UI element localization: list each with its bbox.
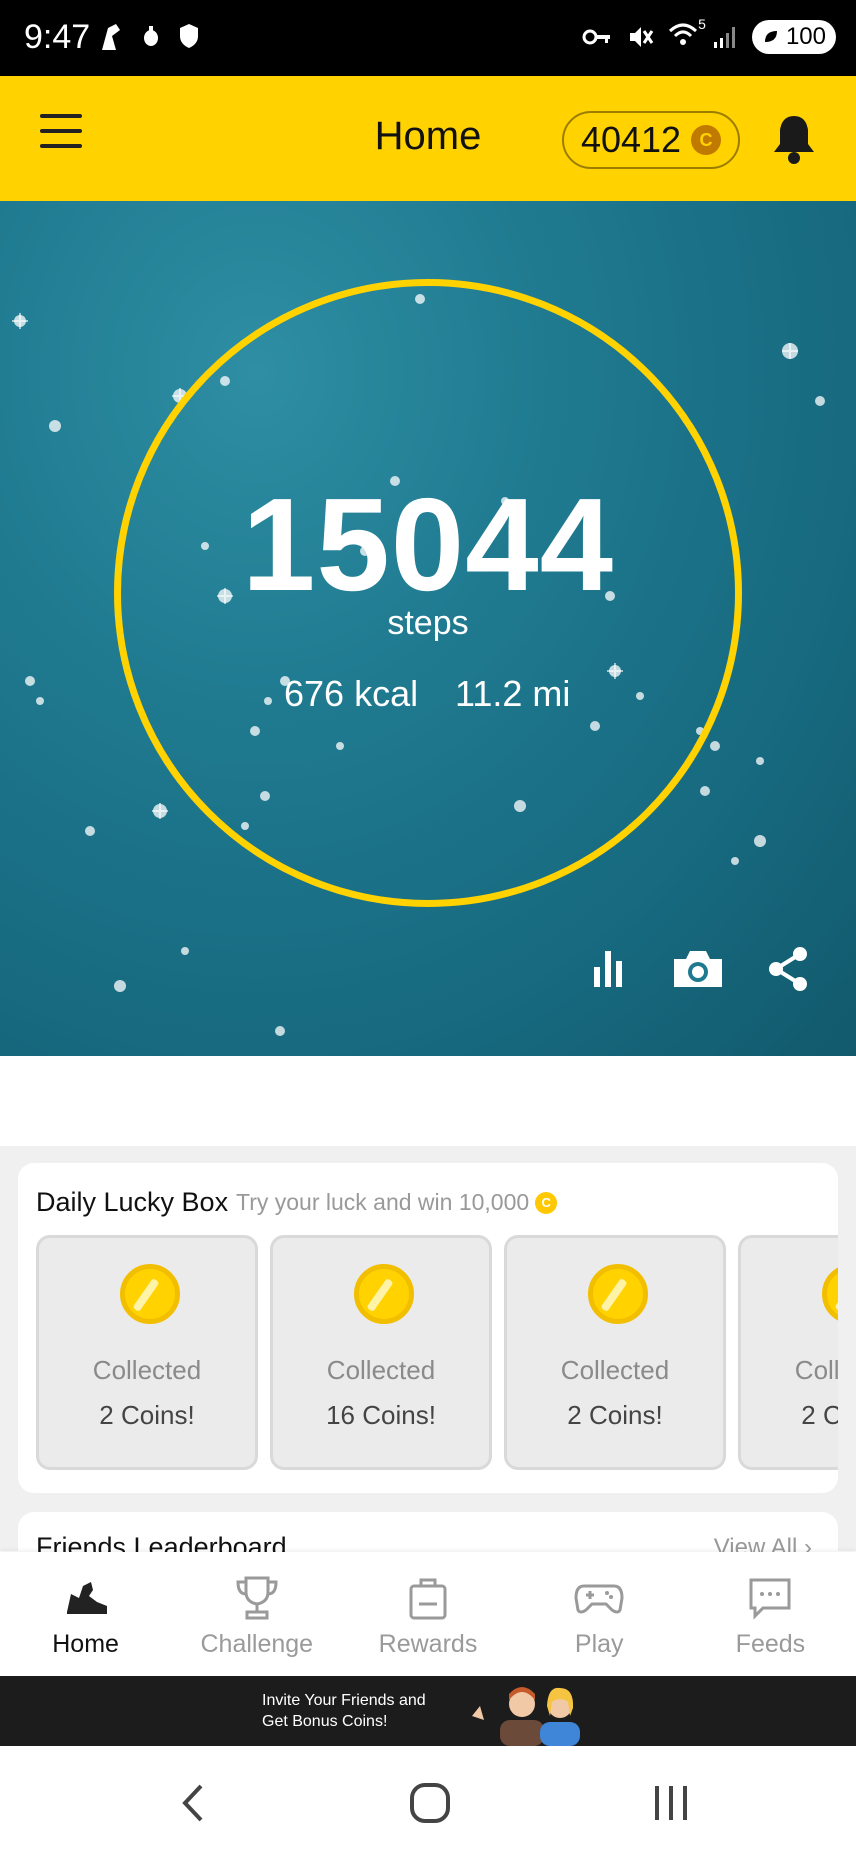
friends-illustration-icon	[472, 1687, 580, 1746]
lucky-box-status: Collected	[92, 1355, 202, 1385]
nav-label: Home	[52, 1630, 119, 1658]
recents-icon[interactable]	[643, 1778, 699, 1828]
battery-indicator: 100	[751, 20, 836, 54]
steps-hero: 15044 steps 676 kcal 11.2 mi	[0, 201, 856, 1056]
steps-count: 15044	[241, 471, 615, 618]
lucky-box-reward: 2 Coins!	[99, 1400, 195, 1430]
calories-value: 676 kcal	[284, 673, 419, 714]
status-bar: 9:47 5 100	[0, 0, 856, 76]
chat-icon	[749, 1578, 791, 1620]
battery-saver-icon	[764, 31, 777, 42]
battery-level: 100	[785, 23, 826, 50]
back-icon[interactable]	[165, 1778, 221, 1828]
camera-icon[interactable]	[670, 947, 726, 991]
bag-icon	[409, 1578, 447, 1620]
distance-value: 11.2 mi	[455, 673, 571, 714]
lucky-box-status: Collected	[560, 1355, 670, 1385]
spacer	[0, 1056, 856, 1146]
lucky-box-reward: 16 Coins!	[326, 1400, 436, 1430]
nav-feeds[interactable]: Feeds	[685, 1552, 856, 1676]
gold-coin-icon	[822, 1264, 838, 1324]
daily-lucky-box-card: Daily Lucky Box Try your luck and win 10…	[18, 1163, 838, 1493]
banner-line-1: Invite Your Friends and	[262, 1692, 426, 1709]
nav-play[interactable]: Play	[514, 1552, 685, 1676]
lucky-box[interactable]: Collected 2 Coins!	[504, 1235, 726, 1470]
stats-chart-icon[interactable]	[590, 947, 630, 991]
trophy-icon	[236, 1576, 278, 1620]
app-notification-icon	[102, 24, 120, 50]
nav-label: Challenge	[200, 1630, 314, 1658]
lucky-box[interactable]: Collected 2 Coins!	[738, 1235, 838, 1470]
steps-label: steps	[387, 604, 469, 642]
wifi-band-label: 5	[698, 15, 706, 32]
status-right-icons: 5 100	[582, 16, 836, 54]
mute-icon	[629, 27, 654, 47]
coin-icon: C	[535, 1191, 558, 1214]
nav-label: Play	[574, 1630, 624, 1658]
status-left-icons	[98, 22, 200, 52]
gold-coin-icon	[588, 1264, 648, 1324]
lucky-box[interactable]: Collected 2 Coins!	[36, 1235, 258, 1470]
lucky-box-title: Daily Lucky Box	[36, 1187, 229, 1217]
lucky-box[interactable]: Collected 16 Coins!	[270, 1235, 492, 1470]
hero-actions	[590, 946, 810, 992]
coin-balance-button[interactable]: 40412 C	[562, 111, 740, 169]
coin-balance-value: 40412	[580, 119, 682, 160]
lucky-box-reward: 2 Coins!	[567, 1400, 663, 1430]
lucky-box-subtitle-text: Try your luck and win 10,000	[236, 1189, 530, 1215]
banner-line-2: Get Bonus Coins!	[262, 1713, 388, 1730]
app-header: Home 40412 C	[0, 76, 856, 201]
lucky-box-subtitle: Try your luck and win 10,000 C	[236, 1189, 558, 1216]
system-navigation-bar	[0, 1746, 856, 1855]
lucky-box-status: Collected	[794, 1355, 838, 1385]
shoe-icon	[66, 1582, 107, 1614]
bottom-navigation: Home Challenge Rewards Play Feeds	[0, 1552, 856, 1676]
signal-icon	[713, 27, 735, 48]
gamepad-icon	[574, 1584, 624, 1614]
wifi-indicator: 5	[668, 16, 706, 53]
gold-coin-icon	[354, 1264, 414, 1324]
notifications-button[interactable]	[768, 112, 820, 166]
home-circle-icon[interactable]	[402, 1778, 458, 1828]
wifi-icon	[668, 23, 697, 45]
vpn-key-icon	[582, 29, 610, 45]
bug-icon	[144, 26, 158, 46]
nav-challenge[interactable]: Challenge	[171, 1552, 342, 1676]
banner-text: Invite Your Friends and Get Bonus Coins!	[262, 1690, 426, 1732]
gold-coin-icon	[120, 1264, 180, 1324]
nav-rewards[interactable]: Rewards	[342, 1552, 513, 1676]
lucky-box-status: Collected	[326, 1355, 436, 1385]
bell-icon	[774, 116, 814, 164]
share-icon[interactable]	[766, 946, 810, 992]
nav-label: Rewards	[378, 1630, 478, 1658]
nav-label: Feeds	[735, 1630, 806, 1658]
lucky-box-reward: 2 Coins!	[801, 1400, 838, 1430]
status-time: 9:47	[24, 18, 91, 56]
nav-home[interactable]: Home	[0, 1552, 171, 1676]
invite-friends-banner[interactable]: Invite Your Friends and Get Bonus Coins!	[0, 1676, 856, 1746]
lucky-box-row: Collected 2 Coins! Collected 16 Coins! C…	[36, 1235, 838, 1470]
shield-icon	[180, 24, 198, 48]
coin-icon: C	[691, 125, 722, 155]
